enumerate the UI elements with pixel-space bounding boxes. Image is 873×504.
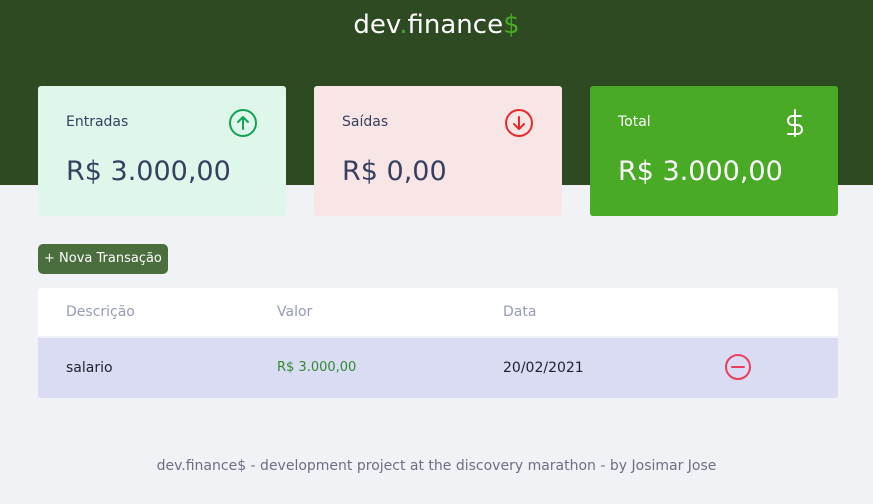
row-date: 20/02/2021 [503, 360, 584, 376]
row-description: salario [66, 360, 113, 376]
header-value: Valor [277, 304, 313, 320]
logo-dot: . [399, 10, 408, 40]
row-value: R$ 3.000,00 [277, 360, 357, 375]
remove-circle-icon[interactable] [724, 353, 752, 381]
table-header: Descrição Valor Data [38, 288, 838, 336]
header-date: Data [503, 304, 537, 320]
logo-word: finance [407, 10, 504, 40]
table-row: salario R$ 3.000,00 20/02/2021 [38, 338, 838, 398]
app-logo: dev.finance$ [0, 10, 873, 40]
logo-dollar: $ [503, 10, 520, 40]
arrow-up-circle-icon [229, 109, 257, 137]
arrow-down-circle-icon [505, 109, 533, 137]
dollar-sign-icon [787, 109, 803, 137]
expense-card: Saídas R$ 0,00 [314, 86, 562, 216]
total-value: R$ 3.000,00 [618, 156, 783, 187]
income-card: Entradas R$ 3.000,00 [38, 86, 286, 216]
new-transaction-button[interactable]: + Nova Transação [38, 244, 168, 274]
header-description: Descrição [66, 304, 135, 320]
expense-value: R$ 0,00 [342, 156, 447, 187]
income-value: R$ 3.000,00 [66, 156, 231, 187]
footer-text: dev.finance$ - development project at th… [156, 458, 717, 474]
logo-main: dev [353, 10, 400, 40]
total-card: Total R$ 3.000,00 [590, 86, 838, 216]
